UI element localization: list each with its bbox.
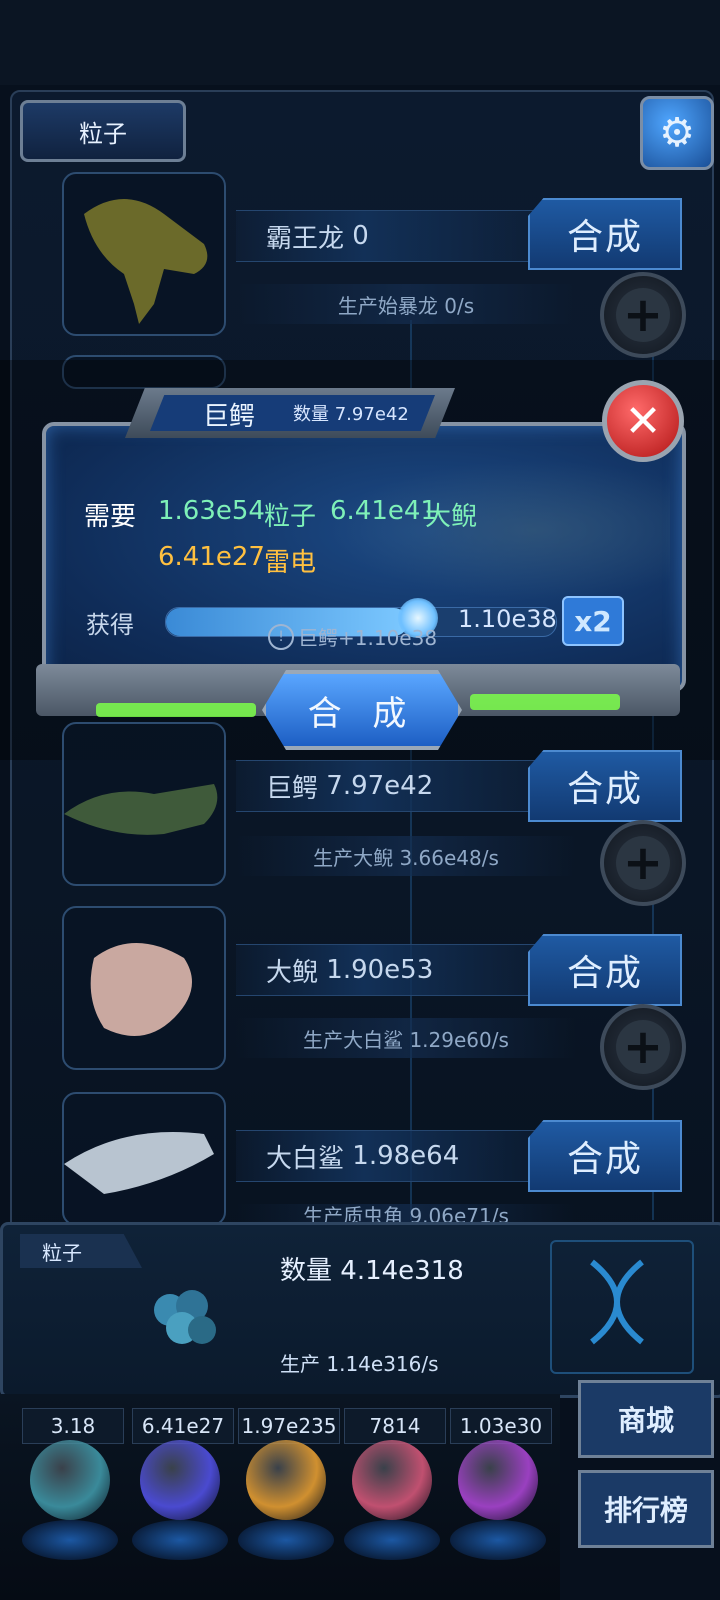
dialog-synthesize-button[interactable]: 合 成 [262, 670, 462, 750]
row-count: 7.97e42 [326, 771, 434, 801]
resource-orb-particle[interactable] [30, 1440, 110, 1520]
row-name: 大白鲨 [266, 1143, 345, 1174]
animal-frame-salamander [62, 906, 226, 1070]
dialog-title: 巨鳄 [203, 402, 256, 432]
need-label: 需要 [84, 502, 137, 532]
row-name-bar: 霸王龙 0 [236, 210, 556, 262]
resource-value: 7814 [344, 1408, 446, 1444]
resource-tab[interactable]: 粒子 [20, 100, 186, 162]
row-count: 1.98e64 [352, 1141, 460, 1171]
resource-production-value: 1.14e316/s [326, 1352, 439, 1376]
plus-icon: + [616, 836, 670, 890]
gear-icon: ⚙ [659, 110, 695, 156]
orb-base [450, 1520, 546, 1560]
row-count: 1.90e53 [326, 955, 434, 985]
synthesize-button[interactable]: 合成 [528, 1120, 682, 1192]
particle-icon [154, 1290, 216, 1344]
resource-value: 1.97e235 [238, 1408, 340, 1444]
resource-orb-brain[interactable] [352, 1440, 432, 1520]
synthesize-button[interactable]: 合成 [528, 198, 682, 270]
resource-quantity: 数量 4.14e318 [280, 1250, 464, 1287]
info-icon: ! [268, 623, 294, 650]
synthesize-button[interactable]: 合成 [528, 934, 682, 1006]
requirement-item: 大鲵 [425, 502, 478, 532]
dialog-quantity-value: 7.97e42 [334, 404, 409, 425]
row-production: 生产大鲵 3.66e48/s [236, 836, 576, 876]
row-name-bar: 大白鲨 1.98e64 [236, 1130, 556, 1182]
row-name-bar: 大鲵 1.90e53 [236, 944, 556, 996]
crocodile-image [330, 460, 670, 600]
animal-frame-trex [62, 172, 226, 336]
close-button[interactable]: ✕ [602, 380, 684, 462]
animal-frame-crocodile [62, 722, 226, 886]
settings-button[interactable]: ⚙ [640, 96, 714, 170]
row-count: 0 [352, 221, 369, 251]
multiplier-button[interactable]: x2 [562, 596, 624, 646]
tip-value: 巨鳄+1.10e38 [298, 626, 438, 650]
requirement-amount: 6.41e27 [158, 542, 265, 572]
green-light-left [96, 703, 256, 717]
orb-base [238, 1520, 334, 1560]
resource-orb-energy[interactable] [458, 1440, 538, 1520]
row-name: 霸王龙 [266, 223, 345, 254]
resource-value: 1.03e30 [450, 1408, 552, 1444]
shop-button[interactable]: 商城 [578, 1380, 714, 1458]
row-name-bar: 巨鳄 7.97e42 [236, 760, 556, 812]
orb-base [132, 1520, 228, 1560]
green-light-right [470, 694, 620, 710]
add-button[interactable]: + [600, 1004, 686, 1090]
synthesize-button[interactable]: 合成 [528, 750, 682, 822]
requirement-item: 粒子 [264, 502, 317, 532]
dialog-quantity: 数量 7.97e42 [293, 400, 409, 426]
row-production: 生产始暴龙 0/s [236, 284, 576, 324]
resource-orb-lightning[interactable] [140, 1440, 220, 1520]
status-area [0, 0, 720, 85]
row-name: 巨鳄 [266, 773, 319, 804]
crocodile-image [64, 784, 218, 835]
row-production: 生产大白鲨 1.29e60/s [236, 1018, 576, 1058]
plus-icon: + [616, 288, 670, 342]
resource-quantity-value: 4.14e318 [340, 1256, 464, 1286]
add-button[interactable]: + [600, 820, 686, 906]
shark-image [64, 1132, 214, 1194]
leaderboard-button[interactable]: 排行榜 [578, 1470, 714, 1548]
resource-orb-fire[interactable] [246, 1440, 326, 1520]
orb-base [22, 1520, 118, 1560]
salamander-image [90, 943, 192, 1036]
requirement-amount: 6.41e41 [330, 496, 437, 526]
dialog-quantity-label: 数量 [293, 404, 329, 425]
close-icon: ✕ [624, 395, 662, 447]
trex-image [84, 199, 208, 324]
tip-text: ! 巨鳄+1.10e38 [268, 622, 437, 651]
get-label: 获得 [86, 611, 134, 639]
animal-frame-shark [62, 1092, 226, 1226]
orb-base [344, 1520, 440, 1560]
row-name: 大鲵 [266, 957, 319, 988]
add-button[interactable]: + [600, 272, 686, 358]
plus-icon: + [616, 1020, 670, 1074]
requirement-item: 雷电 [264, 548, 317, 578]
row-production: 生产质虫角 9.06e71/s [236, 1204, 576, 1224]
get-value: 1.10e38 [458, 605, 557, 633]
resource-panel-label: 粒子 [20, 1234, 142, 1268]
dna-icon [550, 1240, 694, 1374]
resource-value: 6.41e27 [132, 1408, 234, 1444]
resource-production-label: 生产 [280, 1352, 320, 1376]
resource-production: 生产 1.14e316/s [280, 1348, 439, 1377]
requirement-amount: 1.63e54 [158, 496, 265, 526]
resource-value: 3.18 [22, 1408, 124, 1444]
resource-quantity-label: 数量 [280, 1256, 333, 1286]
